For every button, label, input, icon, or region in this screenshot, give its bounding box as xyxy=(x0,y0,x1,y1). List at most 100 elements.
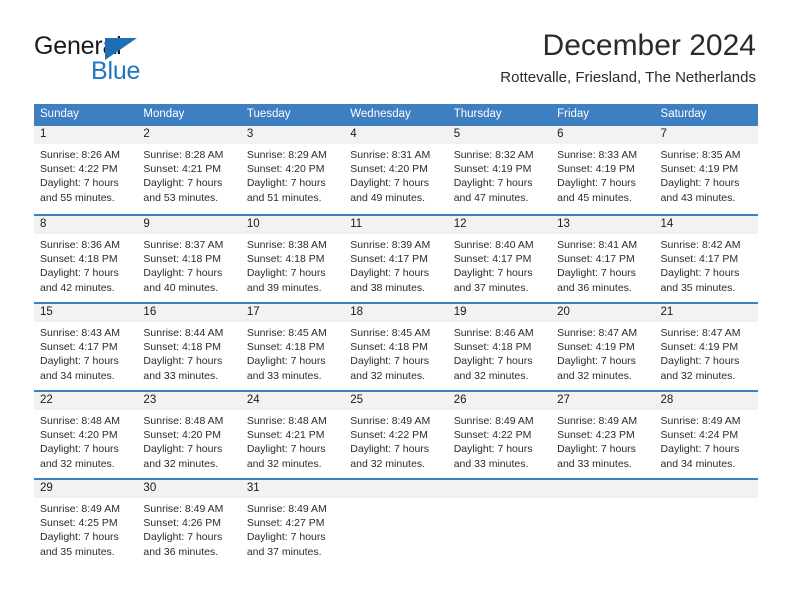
daylight-line-1: Daylight: 7 hours xyxy=(557,355,636,368)
daylight-line-1: Daylight: 7 hours xyxy=(40,443,119,456)
sunrise-line: Sunrise: 8:44 AM xyxy=(143,327,224,339)
sunset-line: Sunset: 4:19 PM xyxy=(453,163,532,176)
daylight-line-1: Daylight: 7 hours xyxy=(350,355,430,368)
day-cell[interactable]: 21 Sunrise: 8:47 AM Sunset: 4:19 PM Dayl… xyxy=(654,304,758,390)
sunrise-line: Sunrise: 8:48 AM xyxy=(143,415,224,427)
day-cell[interactable]: 9 Sunrise: 8:37 AM Sunset: 4:18 PM Dayli… xyxy=(137,216,241,302)
day-cell[interactable]: 25 Sunrise: 8:49 AM Sunset: 4:22 PM Dayl… xyxy=(344,392,448,478)
title-block: December 2024 Rottevalle, Friesland, The… xyxy=(500,28,756,88)
day-details: Sunrise: 8:33 AM Sunset: 4:19 PM Dayligh… xyxy=(551,144,654,205)
daylight-line-2: and 33 minutes. xyxy=(453,457,529,470)
daylight-line-1: Daylight: 7 hours xyxy=(143,267,223,280)
daylight-line-2: and 37 minutes. xyxy=(453,281,529,294)
daylight-line-1: Daylight: 7 hours xyxy=(246,443,326,456)
day-cell[interactable]: 7 Sunrise: 8:35 AM Sunset: 4:19 PM Dayli… xyxy=(654,126,758,214)
day-number: 4 xyxy=(344,126,448,144)
day-cell[interactable]: 14 Sunrise: 8:42 AM Sunset: 4:17 PM Dayl… xyxy=(654,216,758,302)
day-cell[interactable]: 22 Sunrise: 8:48 AM Sunset: 4:20 PM Dayl… xyxy=(34,392,138,478)
day-cell[interactable]: 28 Sunrise: 8:49 AM Sunset: 4:24 PM Dayl… xyxy=(654,392,758,478)
daylight-line-2: and 32 minutes. xyxy=(350,369,425,382)
day-cell[interactable]: 29 Sunrise: 8:49 AM Sunset: 4:25 PM Dayl… xyxy=(34,480,138,566)
day-cell[interactable]: 10 Sunrise: 8:38 AM Sunset: 4:18 PM Dayl… xyxy=(240,216,345,302)
sunset-line: Sunset: 4:21 PM xyxy=(143,163,222,176)
day-cell[interactable]: 24 Sunrise: 8:48 AM Sunset: 4:21 PM Dayl… xyxy=(240,392,345,478)
day-cell[interactable]: 15 Sunrise: 8:43 AM Sunset: 4:17 PM Dayl… xyxy=(34,304,138,390)
day-cell[interactable]: 6 Sunrise: 8:33 AM Sunset: 4:19 PM Dayli… xyxy=(551,126,655,214)
day-number: 23 xyxy=(137,392,241,410)
day-cell[interactable]: 3 Sunrise: 8:29 AM Sunset: 4:20 PM Dayli… xyxy=(240,126,345,214)
day-cell[interactable]: 4 Sunrise: 8:31 AM Sunset: 4:20 PM Dayli… xyxy=(344,126,448,214)
sunrise-line: Sunrise: 8:49 AM xyxy=(660,415,741,427)
day-details: Sunrise: 8:49 AM Sunset: 4:23 PM Dayligh… xyxy=(551,410,654,471)
day-number: 11 xyxy=(344,216,448,234)
daylight-line-1: Daylight: 7 hours xyxy=(143,443,223,456)
daylight-line-1: Daylight: 7 hours xyxy=(453,355,533,368)
daylight-line-2: and 42 minutes. xyxy=(40,281,115,294)
logo-text-blue: Blue xyxy=(91,57,141,85)
daylight-line-1: Daylight: 7 hours xyxy=(660,443,740,456)
daylight-line-1: Daylight: 7 hours xyxy=(143,531,223,544)
day-cell[interactable]: 11 Sunrise: 8:39 AM Sunset: 4:17 PM Dayl… xyxy=(344,216,448,302)
sunrise-line: Sunrise: 8:46 AM xyxy=(453,327,534,339)
day-cell[interactable]: 27 Sunrise: 8:49 AM Sunset: 4:23 PM Dayl… xyxy=(551,392,655,478)
sunrise-line: Sunrise: 8:39 AM xyxy=(350,239,431,251)
daylight-line-1: Daylight: 7 hours xyxy=(453,267,533,280)
day-number: 31 xyxy=(240,480,345,498)
day-cell[interactable]: 31 Sunrise: 8:49 AM Sunset: 4:27 PM Dayl… xyxy=(240,480,345,566)
day-details: Sunrise: 8:46 AM Sunset: 4:18 PM Dayligh… xyxy=(448,322,551,383)
day-number: 29 xyxy=(34,480,138,498)
daylight-line-2: and 35 minutes. xyxy=(40,545,115,558)
day-cell[interactable]: 17 Sunrise: 8:45 AM Sunset: 4:18 PM Dayl… xyxy=(240,304,345,390)
day-cell[interactable]: 13 Sunrise: 8:41 AM Sunset: 4:17 PM Dayl… xyxy=(551,216,655,302)
day-cell[interactable]: 8 Sunrise: 8:36 AM Sunset: 4:18 PM Dayli… xyxy=(34,216,138,302)
day-cell[interactable]: 19 Sunrise: 8:46 AM Sunset: 4:18 PM Dayl… xyxy=(447,304,552,390)
sunset-line: Sunset: 4:19 PM xyxy=(660,163,739,176)
sunset-line: Sunset: 4:19 PM xyxy=(557,341,635,354)
day-number: 13 xyxy=(551,216,655,234)
day-cell[interactable]: 26 Sunrise: 8:49 AM Sunset: 4:22 PM Dayl… xyxy=(447,392,552,478)
daylight-line-2: and 38 minutes. xyxy=(350,281,425,294)
calendar-page: General Blue December 2024 Rottevalle, F… xyxy=(0,0,792,612)
sunrise-line: Sunrise: 8:49 AM xyxy=(40,503,120,515)
daylight-line-2: and 39 minutes. xyxy=(246,281,322,294)
sunrise-line: Sunrise: 8:36 AM xyxy=(40,239,120,251)
day-cell[interactable]: 20 Sunrise: 8:47 AM Sunset: 4:19 PM Dayl… xyxy=(551,304,655,390)
day-details: Sunrise: 8:35 AM Sunset: 4:19 PM Dayligh… xyxy=(655,144,758,205)
daylight-line-2: and 32 minutes. xyxy=(660,369,736,382)
daylight-line-1: Daylight: 7 hours xyxy=(246,355,326,368)
day-cell[interactable]: 23 Sunrise: 8:48 AM Sunset: 4:20 PM Dayl… xyxy=(137,392,241,478)
daylight-line-2: and 34 minutes. xyxy=(40,369,115,382)
sunrise-line: Sunrise: 8:43 AM xyxy=(40,327,120,339)
sunset-line: Sunset: 4:22 PM xyxy=(350,429,428,442)
day-cell[interactable]: 30 Sunrise: 8:49 AM Sunset: 4:26 PM Dayl… xyxy=(137,480,241,566)
weekday-header-wednesday: Wednesday xyxy=(350,108,411,120)
day-number xyxy=(551,480,655,498)
day-cell[interactable]: 5 Sunrise: 8:32 AM Sunset: 4:19 PM Dayli… xyxy=(447,126,552,214)
daylight-line-1: Daylight: 7 hours xyxy=(557,443,636,456)
sunset-line: Sunset: 4:17 PM xyxy=(557,253,635,266)
day-number: 22 xyxy=(34,392,138,410)
daylight-line-1: Daylight: 7 hours xyxy=(557,267,636,280)
day-details: Sunrise: 8:26 AM Sunset: 4:22 PM Dayligh… xyxy=(34,144,137,205)
day-cell[interactable]: 16 Sunrise: 8:44 AM Sunset: 4:18 PM Dayl… xyxy=(137,304,241,390)
week-row: 15 Sunrise: 8:43 AM Sunset: 4:17 PM Dayl… xyxy=(34,302,758,390)
daylight-line-1: Daylight: 7 hours xyxy=(350,443,430,456)
daylight-line-2: and 32 minutes. xyxy=(453,369,529,382)
sunset-line: Sunset: 4:18 PM xyxy=(453,341,532,354)
sunrise-line: Sunrise: 8:41 AM xyxy=(557,239,638,251)
day-number xyxy=(344,480,448,498)
sunset-line: Sunset: 4:27 PM xyxy=(246,517,325,530)
day-details: Sunrise: 8:49 AM Sunset: 4:27 PM Dayligh… xyxy=(241,498,344,559)
weekday-header-monday: Monday xyxy=(143,108,185,120)
sunrise-line: Sunrise: 8:42 AM xyxy=(660,239,741,251)
day-cell[interactable]: 18 Sunrise: 8:45 AM Sunset: 4:18 PM Dayl… xyxy=(344,304,448,390)
day-number: 26 xyxy=(447,392,552,410)
weekday-header-saturday: Saturday xyxy=(660,108,707,120)
sunrise-line: Sunrise: 8:26 AM xyxy=(40,149,120,161)
day-cell[interactable]: 2 Sunrise: 8:28 AM Sunset: 4:21 PM Dayli… xyxy=(137,126,241,214)
day-cell[interactable]: 1 Sunrise: 8:26 AM Sunset: 4:22 PM Dayli… xyxy=(34,126,138,214)
sunrise-line: Sunrise: 8:49 AM xyxy=(143,503,224,515)
day-number: 8 xyxy=(34,216,138,234)
day-cell-empty xyxy=(654,480,758,566)
day-cell[interactable]: 12 Sunrise: 8:40 AM Sunset: 4:17 PM Dayl… xyxy=(447,216,552,302)
